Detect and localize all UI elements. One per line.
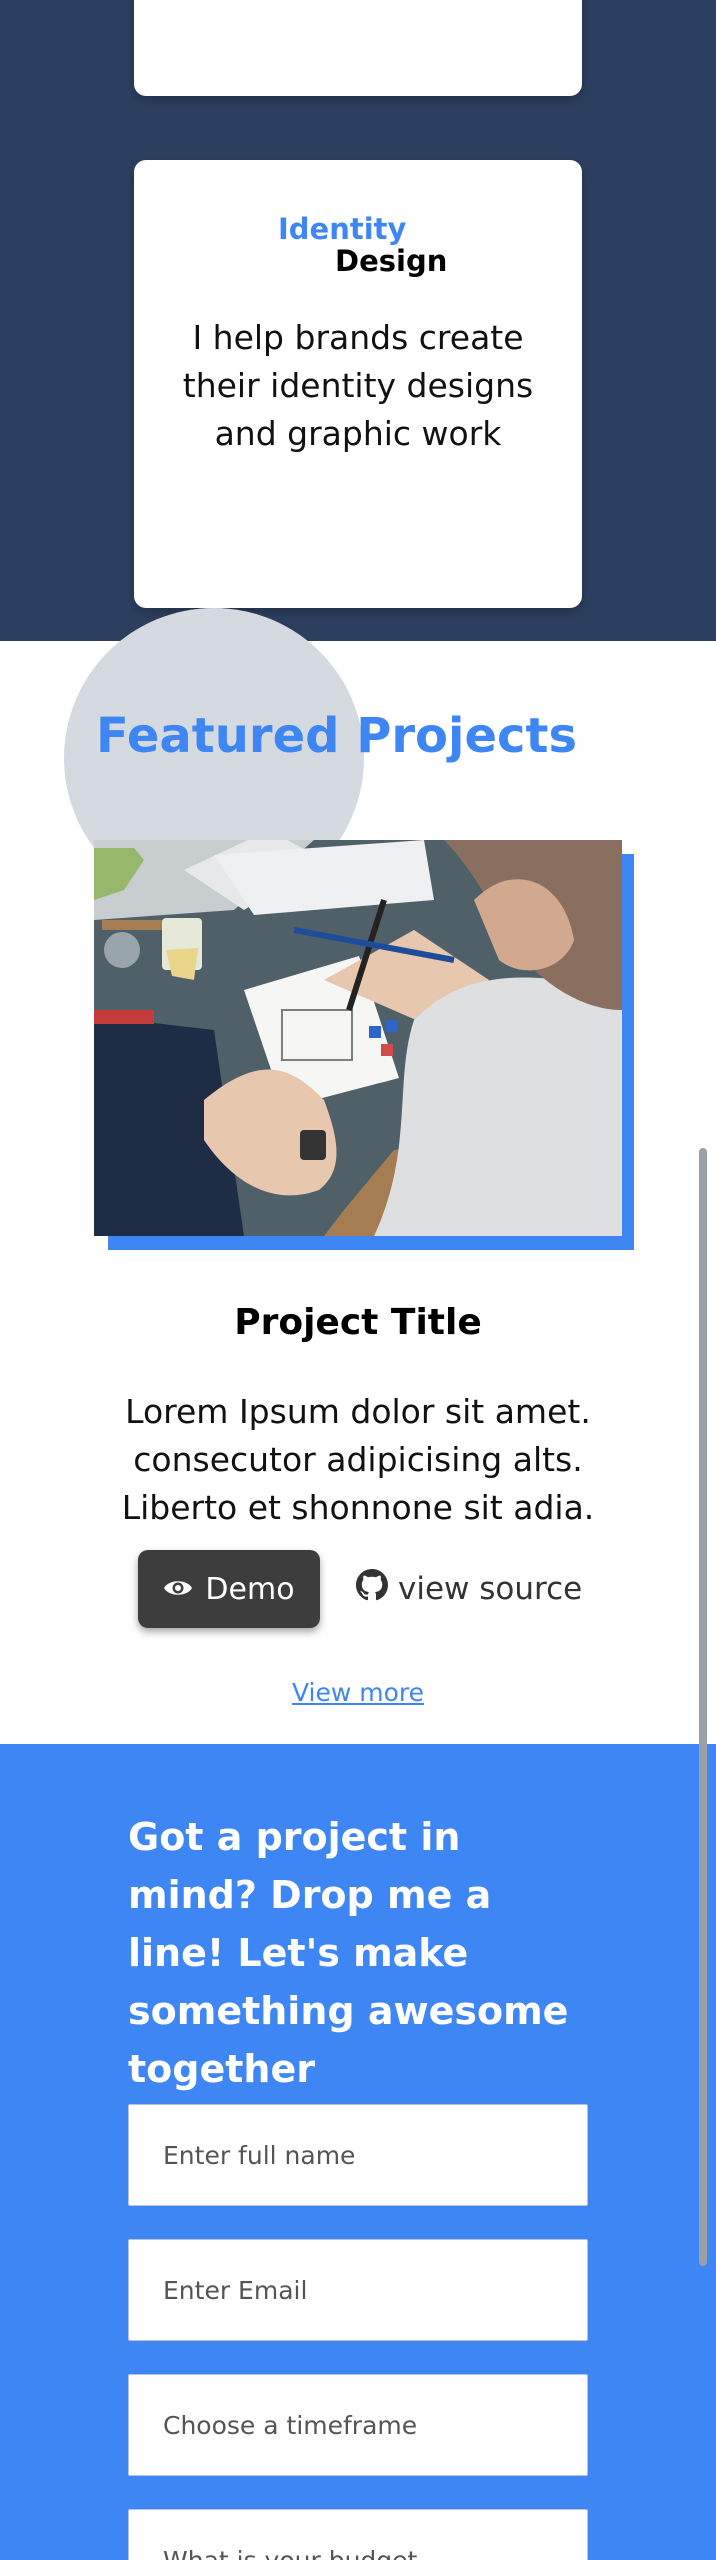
card-description: I help brands create their identity desi… (182, 318, 534, 453)
email-field[interactable] (128, 2239, 588, 2341)
contact-heading: Got a project in mind? Drop me a line! L… (128, 1815, 569, 2091)
service-card (134, 0, 582, 96)
card-brand-first: Identity (278, 212, 407, 246)
card-brand-second: Design (335, 244, 448, 278)
project-description: Lorem Ipsum dolor sit amet. consecutor a… (121, 1392, 595, 1527)
eye-icon (163, 1572, 193, 1607)
scrollbar-thumb[interactable] (699, 1148, 707, 2266)
budget-field[interactable] (128, 2509, 588, 2560)
full-name-field[interactable] (128, 2104, 588, 2206)
github-icon (356, 1569, 388, 1609)
view-source-label: view source (398, 1571, 583, 1607)
identity-design-card: Identity Design I help brands create the… (134, 160, 582, 608)
project-image (94, 840, 622, 1236)
demo-label: Demo (205, 1571, 295, 1607)
view-more-link[interactable]: View more (0, 1678, 716, 1707)
services-section: Identity Design I help brands create the… (0, 0, 716, 641)
view-source-link[interactable]: view source (356, 1562, 582, 1616)
project-title: Project Title (234, 1302, 482, 1343)
contact-section: Got a project in mind? Drop me a line! L… (0, 1744, 716, 2560)
timeframe-field[interactable] (128, 2374, 588, 2476)
section-title: Featured Projects (96, 708, 578, 764)
demo-button[interactable]: Demo (138, 1550, 320, 1628)
